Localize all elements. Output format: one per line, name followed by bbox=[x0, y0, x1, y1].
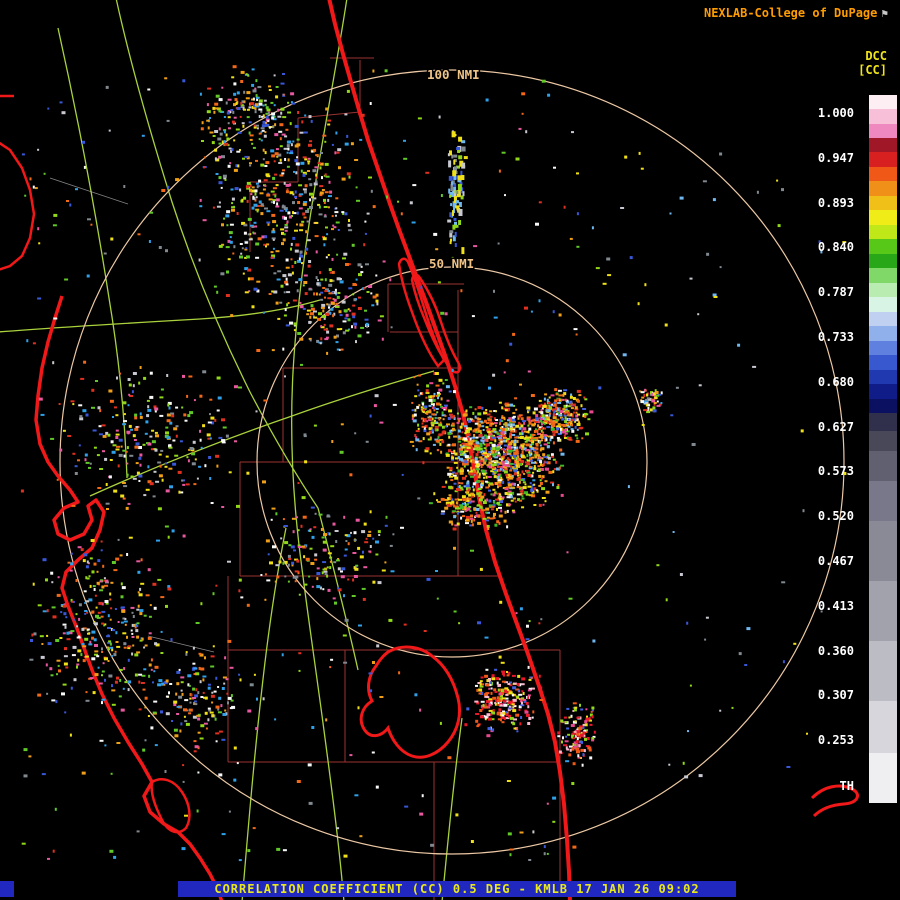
colorbar-tick-label: 0.467 bbox=[818, 554, 854, 568]
lake-outline bbox=[361, 647, 459, 757]
product-caption: CORRELATION COEFFICIENT (CC) 0.5 DEG - K… bbox=[178, 881, 736, 897]
colorbar-gradient bbox=[869, 95, 897, 803]
colorbar-tick-label: 0.627 bbox=[818, 420, 854, 434]
colorbar-tick-label: 0.413 bbox=[818, 599, 854, 613]
radar-map-canvas: 100 NMI 50 NMI bbox=[0, 0, 900, 900]
colorbar-tick-label: 0.520 bbox=[818, 509, 854, 523]
colorbar-tick-label: 0.787 bbox=[818, 285, 854, 299]
colorbar-tick-label: 0.893 bbox=[818, 196, 854, 210]
colorbar-tick-label: 0.680 bbox=[818, 375, 854, 389]
shore-fragments-nw bbox=[0, 96, 34, 270]
range-ring-label-100nmi: 100 NMI bbox=[427, 67, 480, 82]
cod-logo-icon: ⚑ bbox=[881, 7, 888, 20]
th-label: TH bbox=[840, 779, 854, 793]
colorbar-tick-label: 0.573 bbox=[818, 464, 854, 478]
attribution-text: NEXLAB-College of DuPage bbox=[704, 6, 877, 20]
colorbar-tick-label: 0.253 bbox=[818, 733, 854, 747]
colorbar-tick-label: 0.840 bbox=[818, 240, 854, 254]
units-label: [CC] bbox=[858, 63, 887, 77]
coastline-west bbox=[36, 296, 222, 900]
range-ring-label-50nmi: 50 NMI bbox=[429, 256, 474, 271]
radar-display: 100 NMI 50 NMI NEXLAB-College of DuPage ⚑… bbox=[0, 0, 900, 900]
harbor-outline bbox=[152, 779, 190, 832]
colorbar-tick-label: 0.307 bbox=[818, 688, 854, 702]
colorbar-header: DCC [CC] bbox=[858, 49, 887, 77]
colorbar-tick-label: 0.733 bbox=[818, 330, 854, 344]
corner-square bbox=[0, 881, 14, 897]
product-code-label: DCC bbox=[858, 49, 887, 63]
radar-echoes bbox=[21, 65, 847, 861]
colorbar-tick-label: 0.947 bbox=[818, 151, 854, 165]
colorbar-tick-label: 1.000 bbox=[818, 106, 854, 120]
colorbar-tick-label: 0.360 bbox=[818, 644, 854, 658]
site-attribution: NEXLAB-College of DuPage ⚑ bbox=[704, 6, 888, 20]
road-lines bbox=[0, 0, 462, 900]
